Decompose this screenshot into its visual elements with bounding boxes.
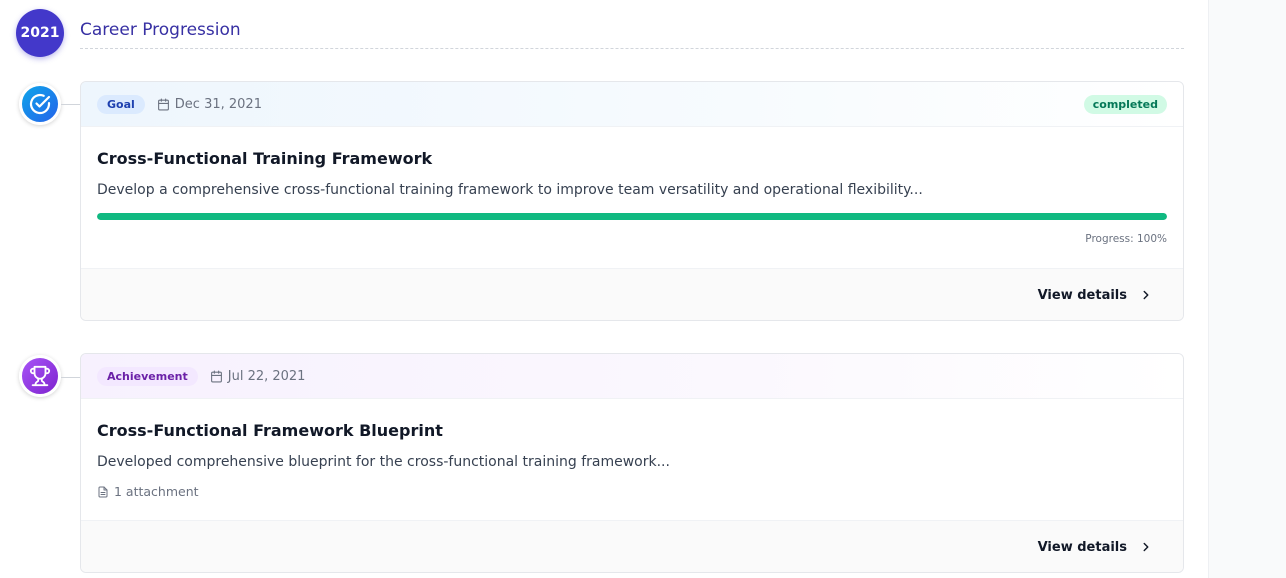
timeline-connector [61,377,80,378]
right-panel [1208,0,1286,578]
check-circle-icon [29,93,51,115]
calendar-icon [210,370,222,382]
timeline-card-goal: Goal Dec 31, 2021 completed Cross-Functi… [80,81,1184,321]
type-badge: Achievement [97,366,198,386]
card-description: Develop a comprehensive cross-functional… [97,182,923,198]
file-icon [98,486,108,497]
card-title: Cross-Functional Training Framework [97,149,433,168]
card-footer: View details [81,268,1183,320]
view-details-label: View details [1037,287,1127,303]
card-date: Dec 31, 2021 [157,97,262,112]
view-details-label: View details [1037,539,1127,555]
trophy-icon [29,365,51,387]
card-footer: View details [81,520,1183,572]
chevron-right-icon [1143,542,1149,552]
view-details-button[interactable]: View details [1038,540,1153,555]
progress-label: Progress: 100% [1085,233,1167,245]
status-badge: completed [1083,94,1167,114]
card-body: Cross-Functional Framework Blueprint Dev… [81,399,1183,520]
year-badge: 2021 [16,9,64,57]
card-description: Developed comprehensive blueprint for th… [97,454,670,470]
card-body: Cross-Functional Training Framework Deve… [81,127,1183,268]
timeline-card-achievement: Achievement Jul 22, 2021 Cross-Functiona… [80,353,1184,573]
section-divider [80,48,1184,49]
date-text: Dec 31, 2021 [174,96,262,112]
view-details-button[interactable]: View details [1038,288,1153,303]
card-header: Achievement Jul 22, 2021 [81,354,1183,399]
timeline-node-goal [19,83,61,125]
chevron-right-icon [1143,290,1149,300]
attachment-count: 1 attachment [114,484,199,499]
section-title: Career Progression [80,20,241,40]
card-header: Goal Dec 31, 2021 completed [81,82,1183,127]
progress-bar-fill [97,213,1167,220]
timeline-connector [61,104,80,105]
progress-bar [97,213,1167,220]
card-date: Jul 22, 2021 [210,368,306,384]
date-text: Jul 22, 2021 [227,368,306,384]
card-title: Cross-Functional Framework Blueprint [97,421,443,440]
timeline-node-achievement [19,355,61,397]
attachment-indicator[interactable]: 1 attachment [97,484,1167,499]
type-badge: Goal [97,94,145,114]
calendar-icon [157,98,169,110]
